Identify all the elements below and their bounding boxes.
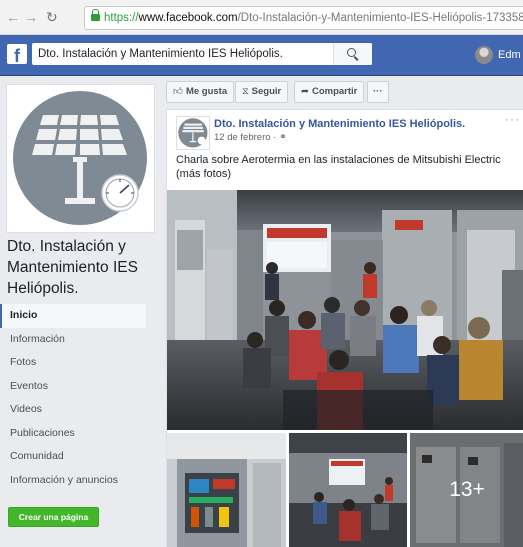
post-author-avatar[interactable] — [176, 116, 210, 150]
share-button[interactable]: ➦ Compartir — [294, 81, 365, 103]
post-text: Charla sobre Aerotermia en las instalaci… — [176, 154, 501, 180]
page-navigation: Inicio Información Fotos Eventos Videos … — [0, 304, 160, 492]
sidebar-item-informacion-anuncios[interactable]: Información y anuncios — [0, 469, 160, 493]
url-path: /Dto-Instalación-y-Mantenimiento-IES-Hel… — [237, 12, 523, 24]
audience-photo — [289, 433, 407, 547]
post-options-button[interactable]: ··· — [505, 112, 520, 126]
sidebar-item-fotos[interactable]: Fotos — [0, 351, 160, 375]
page-actions: 👍︎ Me gusta ⧖ Seguir ➦ Compartir ··· — [166, 81, 523, 105]
post-author-link[interactable]: Dto. Instalación y Mantenimiento IES Hel… — [214, 118, 465, 130]
url-host: www.facebook.com — [138, 12, 238, 24]
back-icon[interactable]: ← — [6, 9, 20, 25]
globe-icon: ⚭ — [278, 132, 287, 143]
rss-icon: ⧖ — [242, 86, 249, 97]
follow-button[interactable]: ⧖ Seguir — [235, 81, 289, 103]
sidebar-item-publicaciones[interactable]: Publicaciones — [0, 422, 160, 446]
post-timestamp[interactable]: 12 de febrero · ⚭ — [214, 132, 287, 143]
address-bar[interactable]: https://www.facebook.com/Dto-Instalación… — [84, 6, 523, 30]
sidebar-item-comunidad[interactable]: Comunidad — [0, 445, 160, 469]
create-page-button[interactable]: Crear una página — [8, 507, 99, 527]
page-sidebar: Dto. Instalación y Mantenimiento IES Hel… — [0, 76, 160, 546]
post-main-photo[interactable] — [167, 190, 523, 430]
equipment-cabinet-photo — [167, 433, 286, 547]
search-value: Dto. Instalación y Mantenimiento IES Hel… — [38, 48, 283, 60]
seminar-room-photo — [167, 190, 523, 430]
reload-icon[interactable]: ↻ — [46, 9, 58, 25]
page-title: Dto. Instalación y Mantenimiento IES Hel… — [7, 238, 138, 297]
share-arrow-icon: ➦ — [301, 86, 309, 97]
post-photo-thumbnail[interactable] — [167, 433, 286, 547]
post-photo-thumbnail[interactable] — [289, 433, 407, 547]
page-profile-picture[interactable] — [6, 84, 155, 233]
forward-icon[interactable]: → — [24, 9, 38, 25]
search-button[interactable] — [333, 43, 372, 65]
post-photo-more[interactable]: 13+ — [410, 433, 523, 547]
lock-icon — [91, 9, 100, 21]
share-label: Compartir — [311, 86, 358, 97]
facebook-top-bar: f Dto. Instalación y Mantenimiento IES H… — [0, 35, 523, 76]
like-label: Me gusta — [185, 86, 228, 97]
url-scheme: https:// — [104, 12, 139, 24]
sidebar-item-videos[interactable]: Videos — [0, 398, 160, 422]
like-button[interactable]: 👍︎ Me gusta — [166, 81, 235, 103]
sidebar-item-informacion[interactable]: Información — [0, 328, 160, 352]
follow-label: Seguir — [251, 86, 282, 97]
more-actions-button[interactable]: ··· — [367, 81, 389, 103]
sidebar-item-eventos[interactable]: Eventos — [0, 375, 160, 399]
facebook-logo[interactable]: f — [7, 44, 27, 64]
thumbs-up-icon: 👍︎ — [173, 86, 183, 97]
post-card: Dto. Instalación y Mantenimiento IES Hel… — [166, 109, 523, 547]
search-icon — [347, 48, 356, 57]
post-date: 12 de febrero · — [214, 132, 279, 143]
browser-toolbar: ← → ↻ https://www.facebook.com/Dto-Insta… — [0, 0, 523, 35]
sidebar-item-inicio[interactable]: Inicio — [0, 304, 146, 328]
profile-link[interactable]: Edm — [475, 44, 521, 66]
more-photos-count: 13+ — [449, 478, 485, 501]
search-input[interactable]: Dto. Instalación y Mantenimiento IES Hel… — [32, 43, 372, 65]
solar-panel-thermometer-logo — [13, 91, 147, 225]
profile-name: Edm — [498, 49, 521, 61]
avatar — [475, 46, 493, 65]
solar-panel-logo-small — [177, 117, 209, 149]
